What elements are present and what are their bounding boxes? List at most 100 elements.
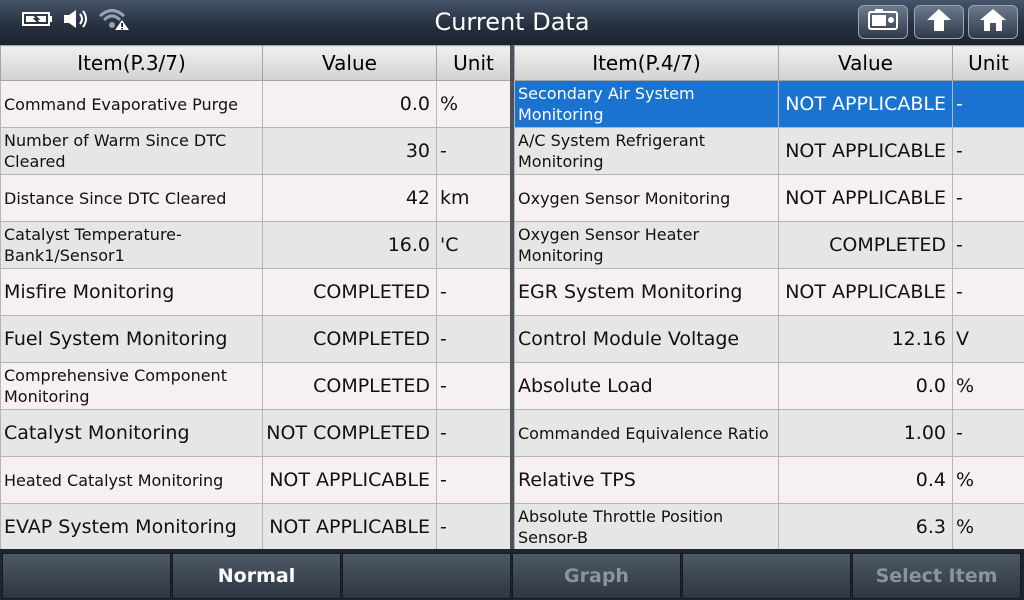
- row-unit: -: [436, 268, 511, 316]
- row-value: COMPLETED: [262, 315, 437, 363]
- table-row[interactable]: Control Module Voltage 12.16 V: [514, 315, 1024, 363]
- row-item: Absolute Load: [514, 362, 779, 410]
- row-unit: -: [436, 315, 511, 363]
- table-row[interactable]: Catalyst Monitoring NOT COMPLETED -: [0, 409, 511, 457]
- row-item: Number of Warm Since DTC Cleared: [0, 127, 263, 175]
- row-item: Relative TPS: [514, 456, 779, 504]
- row-value: NOT APPLICABLE: [778, 127, 953, 175]
- table-row[interactable]: Misfire Monitoring COMPLETED -: [0, 268, 511, 316]
- table-row[interactable]: Comprehensive Component Monitoring COMPLE…: [0, 362, 511, 410]
- column-header-unit[interactable]: Unit: [436, 45, 511, 81]
- row-item: Oxygen Sensor Monitoring: [514, 174, 779, 222]
- back-button[interactable]: [914, 5, 964, 39]
- row-value: 30: [262, 127, 437, 175]
- table-row[interactable]: Absolute Load 0.0%: [514, 362, 1024, 410]
- row-item: Commanded Equivalence Ratio: [514, 409, 779, 457]
- row-item: EGR System Monitoring: [514, 268, 779, 316]
- column-header-item[interactable]: Item(P.3/7): [0, 45, 263, 81]
- row-value: NOT APPLICABLE: [778, 268, 953, 316]
- row-unit: -: [436, 127, 511, 175]
- title-bar: Current Data: [0, 0, 1024, 45]
- row-value: 0.4: [778, 456, 953, 504]
- row-unit: -: [952, 409, 1024, 457]
- table-row[interactable]: Distance Since DTC Cleared 42 km: [0, 174, 511, 222]
- column-header-value[interactable]: Value: [778, 45, 953, 81]
- normal-button[interactable]: Normal: [172, 553, 341, 599]
- left-data-table: Item(P.3/7) Value Unit Command Evaporati…: [0, 45, 511, 551]
- column-header-item[interactable]: Item(P.4/7): [514, 45, 779, 81]
- row-item: Fuel System Monitoring: [0, 315, 263, 363]
- row-value: NOT APPLICABLE: [262, 456, 437, 504]
- row-unit: 'C: [436, 221, 511, 269]
- row-item: Misfire Monitoring: [0, 268, 263, 316]
- row-value: NOT APPLICABLE: [778, 174, 953, 222]
- right-data-table: Item(P.4/7) Value Unit Secondary Air Sys…: [514, 45, 1024, 551]
- home-button[interactable]: [968, 5, 1018, 39]
- table-row[interactable]: Absolute Throttle Position Sensor-B 6.3%: [514, 503, 1024, 551]
- row-value: 42: [262, 174, 437, 222]
- table-row[interactable]: A/C System Refrigerant Monitoring NOT APP…: [514, 127, 1024, 175]
- row-item: Catalyst Monitoring: [0, 409, 263, 457]
- row-unit: V: [952, 315, 1024, 363]
- table-row[interactable]: Oxygen Sensor Heater Monitoring COMPLETED…: [514, 221, 1024, 269]
- row-item: Control Module Voltage: [514, 315, 779, 363]
- table-row[interactable]: EGR System Monitoring NOT APPLICABLE -: [514, 268, 1024, 316]
- camera-button[interactable]: [858, 5, 908, 39]
- row-item: Comprehensive Component Monitoring: [0, 362, 263, 410]
- row-unit: -: [436, 362, 511, 410]
- blank-button-2[interactable]: [342, 553, 511, 599]
- blank-button-3[interactable]: [682, 553, 851, 599]
- column-header-unit[interactable]: Unit: [952, 45, 1024, 81]
- row-unit: %: [952, 503, 1024, 551]
- row-item: Distance Since DTC Cleared: [0, 174, 263, 222]
- row-item: Command Evaporative Purge: [0, 80, 263, 128]
- blank-button-1[interactable]: [2, 553, 171, 599]
- row-unit: -: [436, 456, 511, 504]
- table-row[interactable]: Oxygen Sensor Monitoring NOT APPLICABLE -: [514, 174, 1024, 222]
- row-item: Secondary Air System Monitoring: [514, 80, 779, 128]
- table-row[interactable]: Number of Warm Since DTC Cleared 30-: [0, 127, 511, 175]
- table-row-selected[interactable]: Secondary Air System Monitoring NOT APPLI…: [514, 80, 1024, 128]
- row-value: COMPLETED: [778, 221, 953, 269]
- table-row[interactable]: Commanded Equivalence Ratio 1.00-: [514, 409, 1024, 457]
- camera-icon: [867, 8, 899, 36]
- column-header-value[interactable]: Value: [262, 45, 437, 81]
- row-value: NOT APPLICABLE: [778, 80, 953, 128]
- row-item: Oxygen Sensor Heater Monitoring: [514, 221, 779, 269]
- row-value: NOT COMPLETED: [262, 409, 437, 457]
- table-row[interactable]: Catalyst Temperature-Bank1/Sensor1 16.0 'C: [0, 221, 511, 269]
- row-unit: %: [952, 362, 1024, 410]
- row-unit: -: [952, 174, 1024, 222]
- row-item: Absolute Throttle Position Sensor-B: [514, 503, 779, 551]
- up-arrow-icon: [924, 7, 954, 37]
- row-value: 0.0: [778, 362, 953, 410]
- row-value: 16.0: [262, 221, 437, 269]
- row-value: NOT APPLICABLE: [262, 503, 437, 551]
- row-item: A/C System Refrigerant Monitoring: [514, 127, 779, 175]
- row-item: Heated Catalyst Monitoring: [0, 456, 263, 504]
- row-unit: -: [952, 221, 1024, 269]
- row-item: Catalyst Temperature-Bank1/Sensor1: [0, 221, 263, 269]
- select-item-button[interactable]: Select Item: [852, 553, 1021, 599]
- row-value: COMPLETED: [262, 268, 437, 316]
- bottom-toolbar: Normal Graph Select Item: [0, 549, 1024, 600]
- table-row[interactable]: Fuel System Monitoring COMPLETED -: [0, 315, 511, 363]
- row-unit: -: [952, 127, 1024, 175]
- row-value: 12.16: [778, 315, 953, 363]
- row-unit: -: [436, 409, 511, 457]
- home-icon: [978, 7, 1008, 37]
- table-row[interactable]: Command Evaporative Purge 0.0%: [0, 80, 511, 128]
- row-item: EVAP System Monitoring: [0, 503, 263, 551]
- row-unit: %: [952, 456, 1024, 504]
- row-unit: -: [952, 268, 1024, 316]
- row-unit: %: [436, 80, 511, 128]
- table-row[interactable]: Heated Catalyst Monitoring NOT APPLICABLE…: [0, 456, 511, 504]
- row-unit: -: [436, 503, 511, 551]
- table-row[interactable]: Relative TPS 0.4%: [514, 456, 1024, 504]
- graph-button[interactable]: Graph: [512, 553, 681, 599]
- table-row[interactable]: EVAP System Monitoring NOT APPLICABLE -: [0, 503, 511, 551]
- row-unit: -: [952, 80, 1024, 128]
- row-value: 1.00: [778, 409, 953, 457]
- row-value: 6.3: [778, 503, 953, 551]
- row-value: 0.0: [262, 80, 437, 128]
